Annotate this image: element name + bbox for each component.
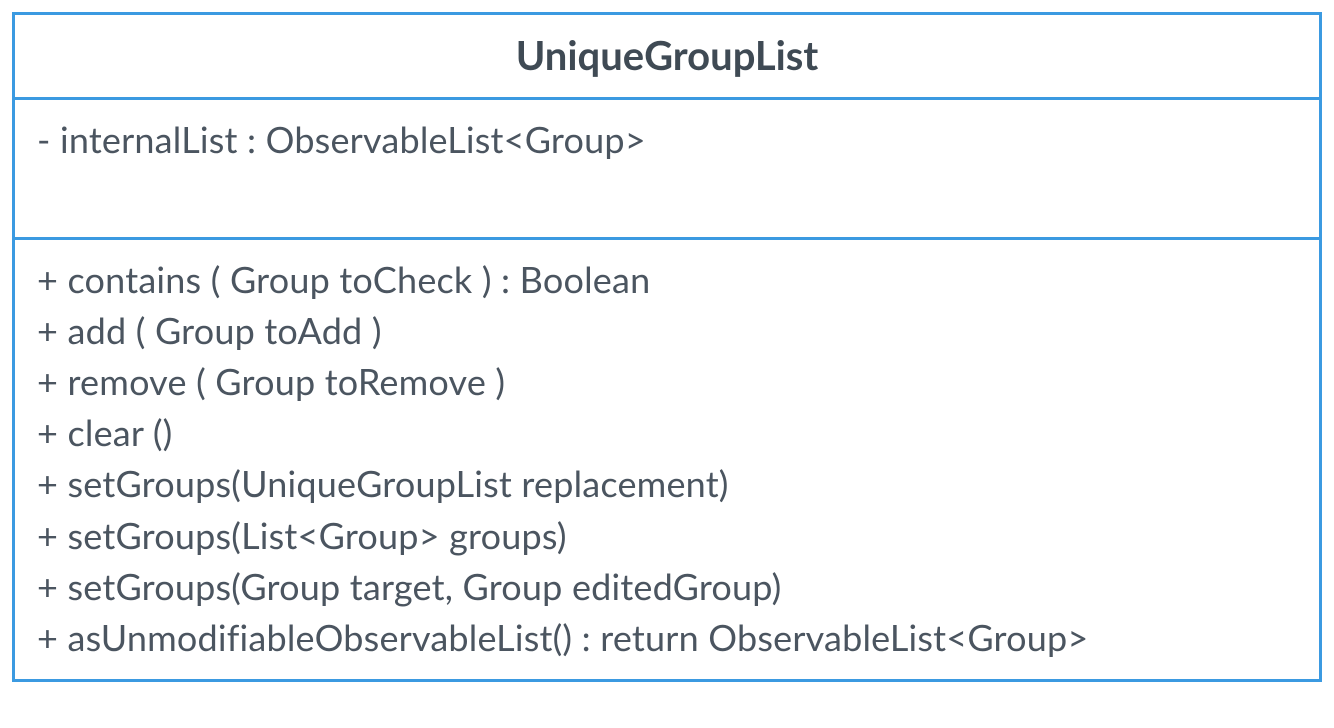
method-line: + contains ( Group toCheck ) : Boolean xyxy=(37,254,1297,305)
method-line: + remove ( Group toRemove ) xyxy=(37,356,1297,407)
method-line: + add ( Group toAdd ) xyxy=(37,305,1297,356)
methods-section: + contains ( Group toCheck ) : Boolean +… xyxy=(15,240,1319,679)
method-line: + setGroups(List<Group> groups) xyxy=(37,510,1297,561)
method-line: + asUnmodifiableObservableList() : retur… xyxy=(37,612,1297,663)
method-line: + clear () xyxy=(37,407,1297,458)
attribute-line: - internalList : ObservableList<Group> xyxy=(37,114,1297,165)
uml-class-box: UniqueGroupList - internalList : Observa… xyxy=(12,12,1322,682)
class-name: UniqueGroupList xyxy=(15,15,1319,100)
method-line: + setGroups(Group target, Group editedGr… xyxy=(37,561,1297,612)
attributes-section: - internalList : ObservableList<Group> xyxy=(15,100,1319,240)
method-line: + setGroups(UniqueGroupList replacement) xyxy=(37,458,1297,509)
